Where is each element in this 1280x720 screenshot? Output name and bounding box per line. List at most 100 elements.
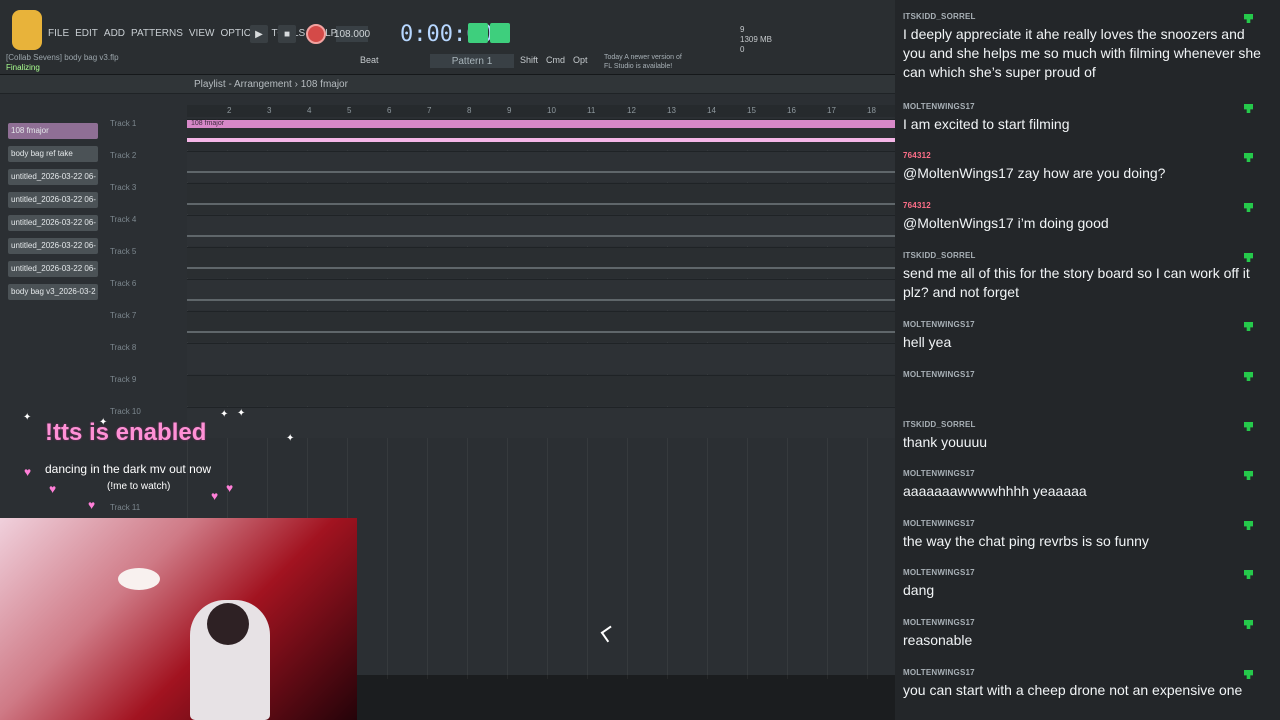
pattern-item[interactable]: 108 fmajor: [8, 123, 98, 139]
chat-text: @MoltenWings17 i’m doing good: [903, 215, 1109, 231]
menu-add[interactable]: ADD: [104, 28, 125, 39]
track-header[interactable]: Track 4: [110, 215, 180, 245]
chat-username: MOLTENWINGS17: [903, 618, 975, 627]
moderator-badge-icon: [1244, 521, 1253, 530]
chat-username: MOLTENWINGS17: [903, 102, 975, 111]
ruler-tick: 11: [587, 106, 596, 115]
track-header[interactable]: Track 3: [110, 183, 180, 213]
moderator-badge-icon: [1244, 322, 1253, 331]
moderator-badge-icon: [1244, 422, 1253, 431]
clip-header-108-fmajor[interactable]: 108 fmajor: [187, 120, 895, 128]
ruler-tick: 3: [267, 106, 272, 115]
menu-file[interactable]: FILE: [48, 28, 69, 39]
track-header[interactable]: Track 6: [110, 279, 180, 309]
chat-message: MOLTENWINGS17 dang: [903, 568, 1263, 600]
chat-text: aaaaaaawwwwhhhh yeaaaaa: [903, 483, 1087, 499]
chat-text: send me all of this for the story board …: [903, 265, 1250, 300]
overlay-subtitle-2: (!me to watch): [107, 481, 171, 492]
ruler-tick: 9: [507, 106, 512, 115]
tts-overlay: !tts is enabled: [45, 419, 207, 446]
clip-waveform[interactable]: [187, 325, 895, 339]
track-header[interactable]: Track 9: [110, 375, 180, 405]
chat-message: 764312 @MoltenWings17 i’m doing good: [903, 201, 1263, 233]
ruler-tick: 12: [627, 106, 636, 115]
heart-icon: ♥: [24, 465, 32, 479]
moderator-badge-icon: [1244, 253, 1253, 262]
chat-username: ITSKIDD_SORREL: [903, 251, 976, 260]
chat-message: ITSKIDD_SORREL send me all of this for t…: [903, 251, 1263, 302]
stop-icon[interactable]: ■: [278, 25, 296, 43]
update-hint-line-1: Today A newer version of: [604, 54, 682, 61]
opt-button[interactable]: Opt: [573, 55, 588, 65]
cmd-button[interactable]: Cmd: [546, 55, 565, 65]
ruler-tick: 10: [547, 106, 556, 115]
ruler-tick: 7: [427, 106, 432, 115]
menu-patterns[interactable]: PATTERNS: [131, 28, 183, 39]
record-icon[interactable]: [306, 24, 326, 44]
moderator-badge-icon: [1244, 372, 1253, 381]
clip-waveform[interactable]: [187, 293, 895, 307]
ceiling-light: [118, 568, 160, 590]
ram-value: 1309 MB: [740, 35, 773, 44]
menu-view[interactable]: VIEW: [189, 28, 215, 39]
menu-edit[interactable]: EDIT: [75, 28, 98, 39]
track-header[interactable]: Track 2: [110, 151, 180, 181]
track-header[interactable]: Track 8: [110, 343, 180, 373]
heart-icon: ♥: [211, 489, 219, 503]
ram-usage: 9 1309 MB 0: [740, 25, 772, 55]
pattern-item[interactable]: body bag v3_2026-03-2: [8, 284, 98, 300]
overlay-subtitle-1: dancing in the dark mv out now: [45, 462, 212, 476]
pattern-item[interactable]: untitled_2026-03-22 06-: [8, 169, 98, 185]
fl-studio-logo: [12, 10, 42, 50]
transport-controls: ▶ ■ 108.000: [250, 24, 370, 44]
chat-text: @MoltenWings17 zay how are you doing?: [903, 165, 1166, 181]
chat-message: MOLTENWINGS17: [903, 370, 1263, 383]
song-mode-icon[interactable]: [490, 23, 510, 43]
webcam-feed: [0, 518, 357, 720]
tempo-display[interactable]: 108.000: [334, 26, 370, 42]
ruler-tick: 4: [307, 106, 312, 115]
track-lane[interactable]: [187, 343, 895, 374]
sparkle-icon: ✦: [99, 417, 108, 428]
clip-waveform[interactable]: [187, 261, 895, 275]
ruler-tick: 16: [787, 106, 796, 115]
status-text: Finalizing: [6, 63, 40, 72]
chat-username: 764312: [903, 201, 931, 210]
chat-message: ITSKIDD_SORREL I deeply appreciate it ah…: [903, 12, 1263, 82]
clip-waveform[interactable]: [187, 197, 895, 211]
pattern-item[interactable]: untitled_2026-03-22 06-: [8, 192, 98, 208]
playlist-title: Playlist - Arrangement › 108 fmajor: [194, 79, 348, 90]
shift-button[interactable]: Shift: [520, 55, 538, 65]
snap-beat[interactable]: Beat: [360, 55, 379, 65]
sparkle-icon: ✦: [23, 412, 32, 423]
track-header[interactable]: Track 1: [110, 119, 180, 149]
ruler-tick: 18: [867, 106, 876, 115]
update-hint: Today A newer version of FL Studio is av…: [604, 53, 682, 71]
project-title: [Collab Sevens] body bag v3.flp: [6, 53, 119, 62]
waveform-line: [187, 267, 895, 269]
track-header[interactable]: Track 5: [110, 247, 180, 277]
streamer-head: [207, 603, 249, 645]
pattern-item[interactable]: untitled_2026-03-22 06-: [8, 238, 98, 254]
waveform-line: [187, 299, 895, 301]
chat-message: 764312 @MoltenWings17 zay how are you do…: [903, 151, 1263, 183]
chat-username: MOLTENWINGS17: [903, 320, 975, 329]
chat-username: 764312: [903, 151, 931, 160]
chat-text: I deeply appreciate it ahe really loves …: [903, 26, 1261, 80]
pattern-item[interactable]: untitled_2026-03-22 06-: [8, 215, 98, 231]
play-icon[interactable]: ▶: [250, 25, 268, 43]
timeline-ruler[interactable]: 2 3 4 5 6 7 8 9 10 11 12 13 14 15 16 17 …: [187, 105, 895, 117]
pattern-item[interactable]: body bag ref take: [8, 146, 98, 162]
track-header[interactable]: Track 7: [110, 311, 180, 341]
chat-text: the way the chat ping revrbs is so funny: [903, 533, 1149, 549]
clip-waveform-pink[interactable]: [187, 133, 895, 147]
clip-waveform[interactable]: [187, 165, 895, 179]
track-lane[interactable]: [187, 375, 895, 406]
pattern-item[interactable]: untitled_2026-03-22 06-: [8, 261, 98, 277]
waveform-line: [187, 171, 895, 173]
pattern-mode-icon[interactable]: [468, 23, 488, 43]
heart-icon: ♥: [88, 498, 96, 512]
pattern-selector[interactable]: Pattern 1: [430, 54, 514, 68]
ruler-tick: 2: [227, 106, 232, 115]
clip-waveform[interactable]: [187, 229, 895, 243]
